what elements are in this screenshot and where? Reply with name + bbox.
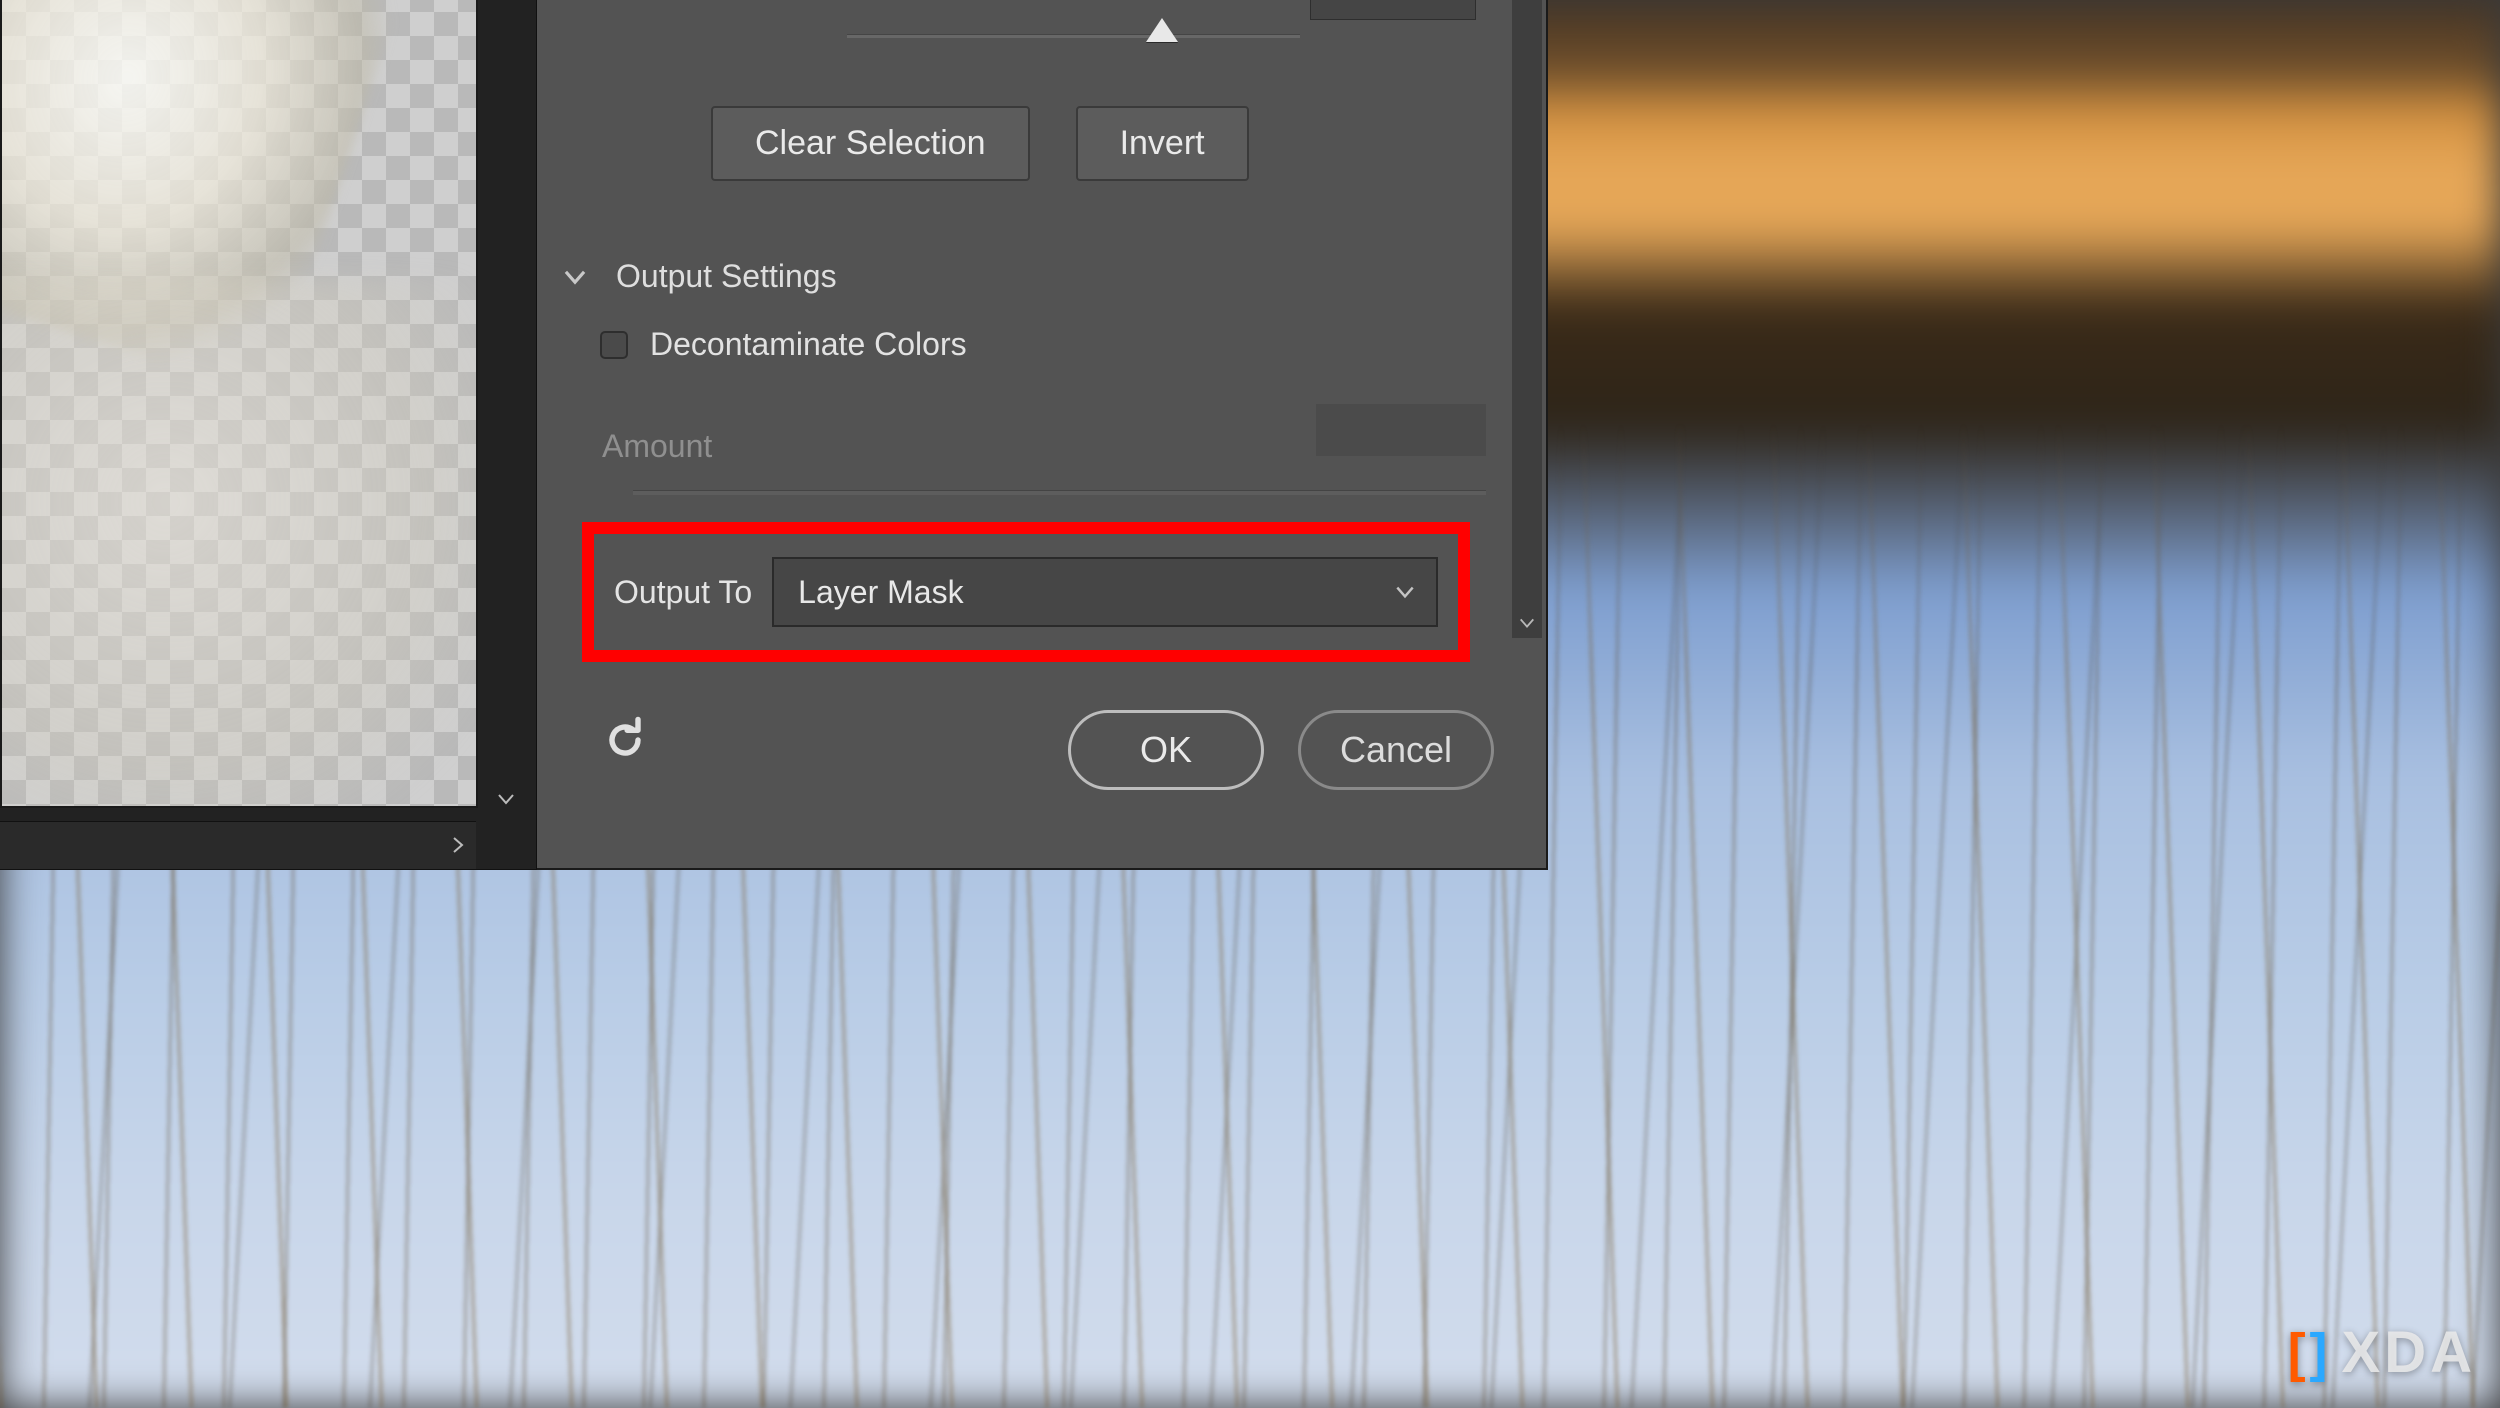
slider-track[interactable] [847, 34, 1300, 38]
preview-horizontal-scrollbar[interactable] [0, 821, 476, 869]
scroll-right-button[interactable] [440, 827, 476, 863]
decontaminate-colors-checkbox[interactable] [600, 331, 628, 359]
xda-watermark-text: XDA [2342, 1319, 2476, 1386]
panel-scrollbar[interactable] [1512, 0, 1542, 638]
slider-thumb-icon[interactable] [1146, 18, 1178, 42]
chevron-right-icon [448, 835, 468, 855]
preview-column [0, 0, 537, 870]
output-settings-label: Output Settings [616, 258, 837, 295]
cancel-button[interactable]: Cancel [1298, 710, 1494, 790]
output-to-highlight: Output To Layer Mask [582, 522, 1470, 662]
chevron-down-icon [562, 264, 588, 290]
slider-value-input[interactable] [1310, 0, 1476, 20]
preview-vertical-scrollbar[interactable] [488, 0, 524, 809]
xda-watermark: [] XDA [2288, 1319, 2476, 1386]
output-to-dropdown[interactable]: Layer Mask [772, 557, 1438, 627]
chevron-down-icon [496, 789, 516, 809]
undo-reset-icon [599, 714, 651, 766]
decontaminate-colors-label: Decontaminate Colors [650, 326, 967, 363]
preview-canvas-transparency[interactable] [0, 0, 478, 808]
xda-logo-icon: [] [2288, 1322, 2332, 1384]
output-to-label: Output To [614, 574, 752, 611]
invert-button[interactable]: Invert [1076, 106, 1249, 181]
chevron-down-icon [1394, 581, 1416, 603]
scroll-down-button[interactable] [488, 781, 524, 817]
output-to-value: Layer Mask [798, 574, 963, 611]
refine-edge-panel: Clear Selection Invert Output Settings D… [537, 0, 1548, 870]
chevron-down-icon [1518, 614, 1536, 632]
amount-value-input [1316, 404, 1486, 456]
clear-selection-button[interactable]: Clear Selection [711, 106, 1030, 181]
amount-label: Amount [602, 428, 712, 465]
amount-slider-track [633, 490, 1486, 495]
reset-button[interactable] [599, 714, 651, 774]
shift-edge-slider-row [847, 0, 1476, 68]
ok-button[interactable]: OK [1068, 710, 1264, 790]
output-settings-section-toggle[interactable]: Output Settings [562, 258, 837, 295]
